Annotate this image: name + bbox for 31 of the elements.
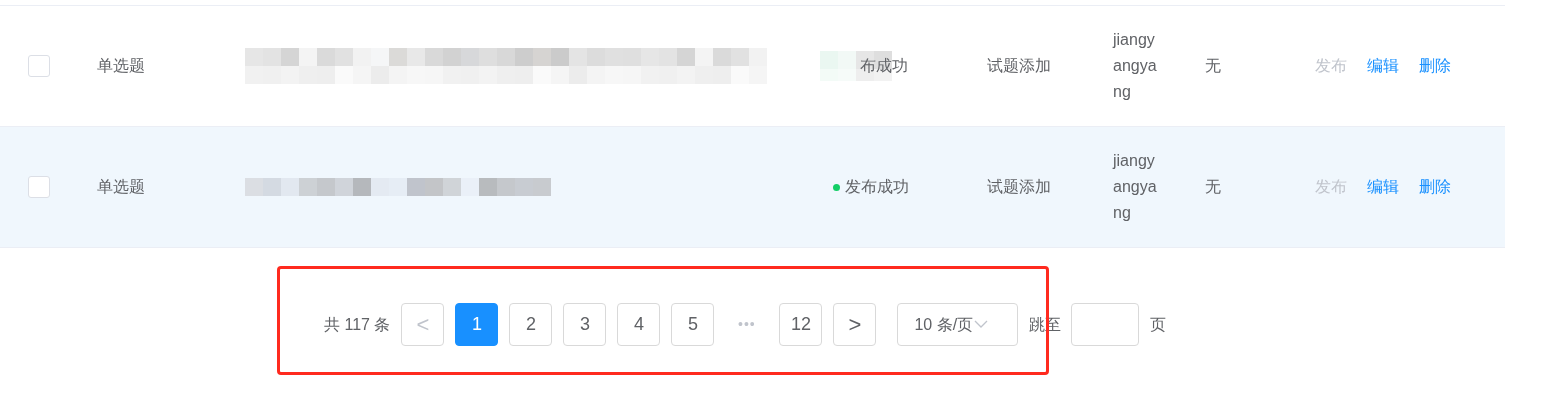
- ellipsis[interactable]: •••: [725, 314, 769, 335]
- page-button[interactable]: 12: [779, 303, 823, 346]
- table-cell: 试题添加: [987, 178, 1051, 195]
- checkbox[interactable]: [28, 176, 50, 198]
- status-text: 发布成功: [845, 177, 909, 197]
- action-link[interactable]: 删除: [1419, 175, 1451, 199]
- action-link[interactable]: 编辑: [1367, 175, 1399, 199]
- table-cell-text: jiangyangyang: [1113, 151, 1158, 223]
- page-button[interactable]: 2: [509, 303, 553, 346]
- table-cell: 单选题: [97, 57, 145, 74]
- page-button[interactable]: 3: [563, 303, 607, 346]
- action-link[interactable]: 编辑: [1367, 54, 1399, 78]
- next-button[interactable]: >: [833, 303, 877, 346]
- table-cell: 无: [1205, 57, 1221, 74]
- table-cell: 试题添加: [987, 57, 1051, 74]
- chevron-down-icon: [974, 320, 989, 329]
- prev-button[interactable]: <: [401, 303, 445, 346]
- page-button[interactable]: 4: [617, 303, 661, 346]
- page-suffix: 页: [1150, 314, 1167, 335]
- status-text: 布成功: [860, 56, 908, 76]
- page-input[interactable]: [1071, 303, 1140, 346]
- page-button[interactable]: 5: [671, 303, 715, 346]
- total-count: 共 117 条: [324, 314, 391, 335]
- page-size-select[interactable]: 10 条/页: [897, 303, 1019, 346]
- table-cell-text: jiangyangyang: [1113, 30, 1158, 102]
- action-link[interactable]: 删除: [1419, 54, 1451, 78]
- page-button[interactable]: 1: [455, 303, 499, 346]
- checkbox[interactable]: [28, 55, 50, 77]
- table-cell: 无: [1205, 178, 1221, 195]
- pixelated-blur-drawing: [820, 51, 892, 81]
- table-cell: 单选题: [97, 178, 145, 195]
